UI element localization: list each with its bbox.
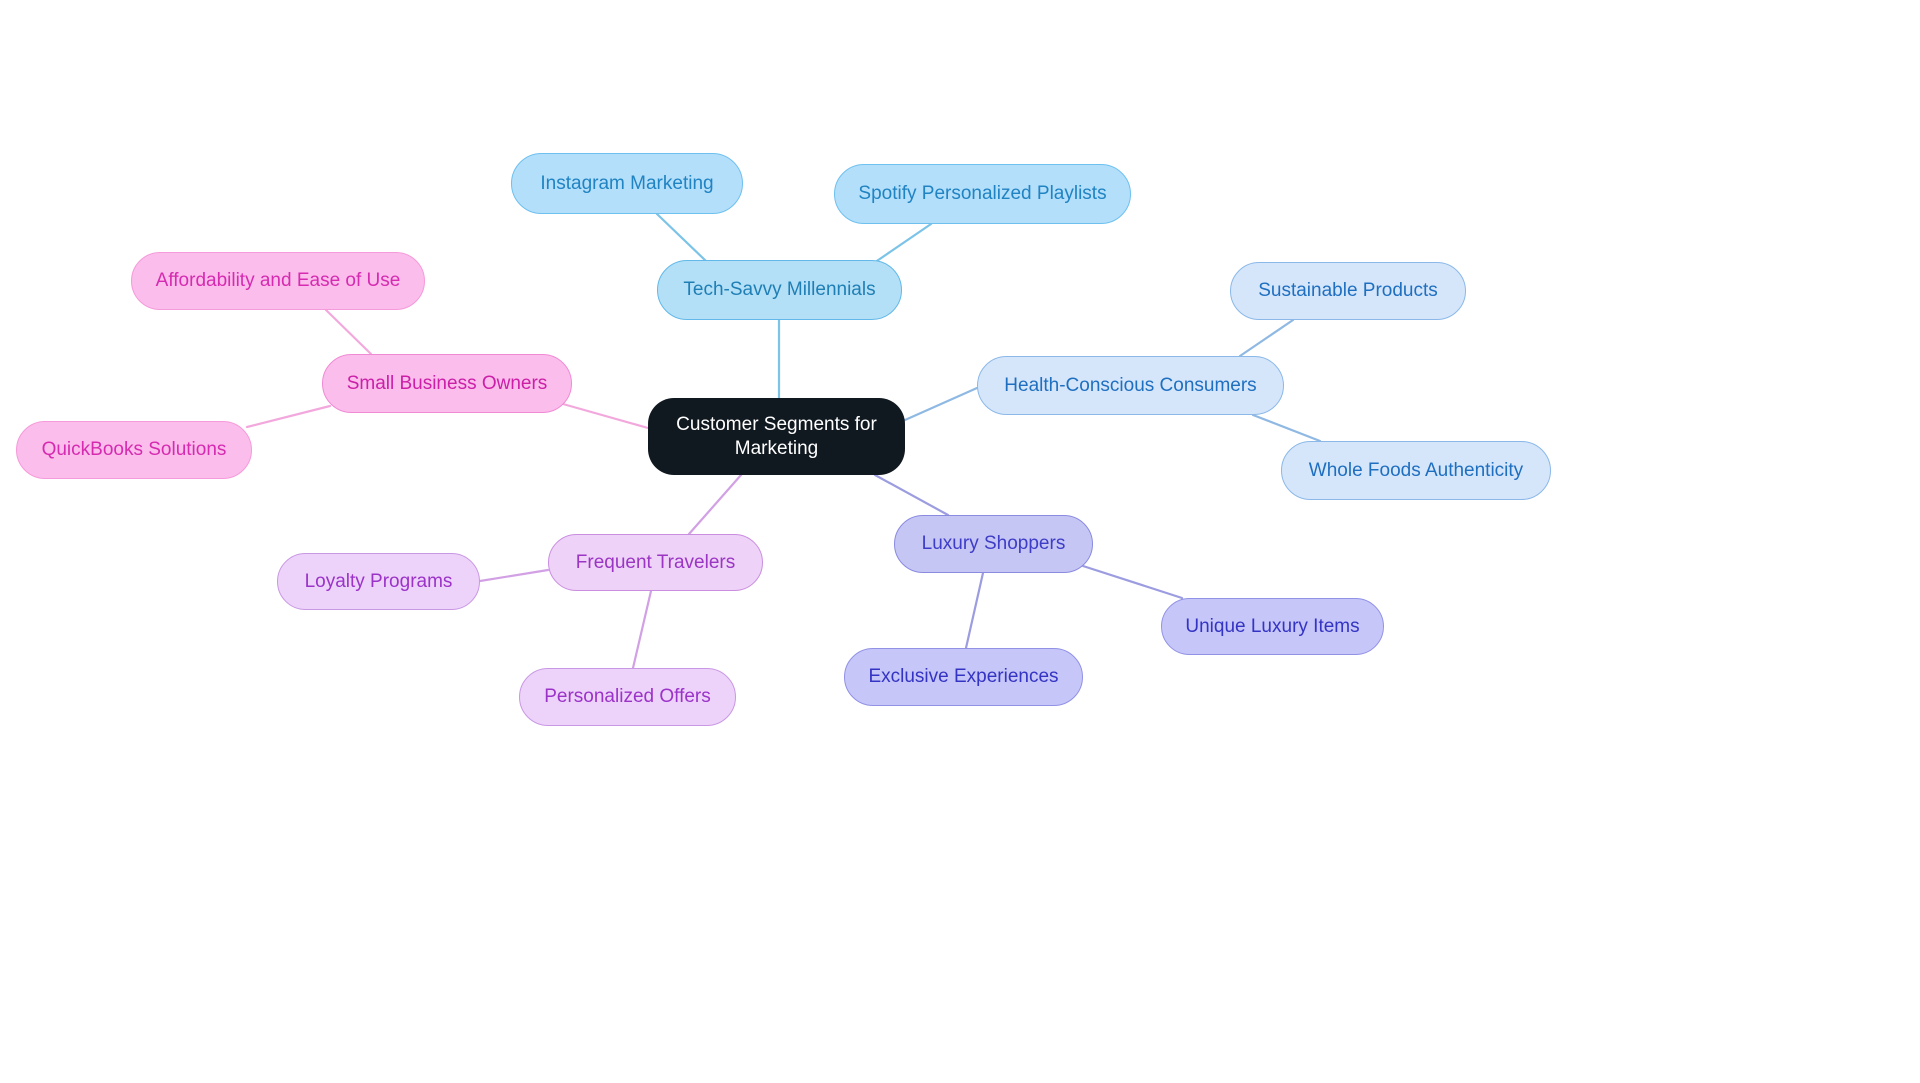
leaf-personalized-offers-label: Personalized Offers bbox=[544, 686, 711, 708]
edge-tech-savvy-millennials-to-instagram-marketing bbox=[655, 212, 709, 264]
branch-node-health-conscious-consumers[interactable]: Health-Conscious Consumers bbox=[977, 356, 1284, 415]
leaf-node-quickbooks-solutions[interactable]: QuickBooks Solutions bbox=[16, 421, 252, 479]
leaf-node-personalized-offers[interactable]: Personalized Offers bbox=[519, 668, 736, 726]
branch-node-small-business-owners[interactable]: Small Business Owners bbox=[322, 354, 572, 413]
branch-luxury-shoppers-label: Luxury Shoppers bbox=[921, 533, 1066, 555]
leaf-node-affordability-and-ease-of-use[interactable]: Affordability and Ease of Use bbox=[131, 252, 425, 310]
branch-frequent-travelers-label: Frequent Travelers bbox=[575, 551, 736, 573]
branch-node-luxury-shoppers[interactable]: Luxury Shoppers bbox=[894, 515, 1093, 573]
leaf-quickbooks-solutions-label: QuickBooks Solutions bbox=[41, 439, 227, 461]
edge-health-conscious-consumers-to-sustainable-products bbox=[1238, 318, 1295, 358]
leaf-whole-foods-authenticity-label: Whole Foods Authenticity bbox=[1308, 459, 1524, 481]
edge-frequent-travelers-to-loyalty-programs bbox=[478, 568, 550, 583]
root-label: Customer Segments for Marketing bbox=[676, 414, 877, 459]
edge-luxury-shoppers-to-exclusive-experiences bbox=[964, 571, 985, 650]
leaf-exclusive-experiences-label: Exclusive Experiences bbox=[868, 666, 1059, 688]
edge-root-to-luxury-shoppers bbox=[873, 473, 950, 517]
leaf-sustainable-products-label: Sustainable Products bbox=[1258, 280, 1438, 302]
edge-root-to-small-business-owners bbox=[561, 402, 650, 430]
edge-tech-savvy-millennials-to-spotify-personalized-playlists bbox=[869, 222, 933, 267]
edge-small-business-owners-to-affordability-and-ease-of-use bbox=[324, 308, 373, 356]
leaf-node-loyalty-programs[interactable]: Loyalty Programs bbox=[277, 553, 480, 610]
leaf-node-instagram-marketing[interactable]: Instagram Marketing bbox=[511, 153, 743, 214]
edge-luxury-shoppers-to-unique-luxury-items bbox=[1081, 564, 1184, 600]
edge-root-to-frequent-travelers bbox=[687, 473, 743, 536]
mindmap-canvas: Customer Segments for Marketing Tech-Savv… bbox=[0, 0, 1920, 1083]
leaf-affordability-and-ease-of-use-label: Affordability and Ease of Use bbox=[155, 270, 401, 292]
leaf-node-unique-luxury-items[interactable]: Unique Luxury Items bbox=[1161, 598, 1384, 655]
leaf-node-spotify-personalized-playlists[interactable]: Spotify Personalized Playlists bbox=[834, 164, 1131, 224]
branch-node-tech-savvy-millennials[interactable]: Tech-Savvy Millennials bbox=[657, 260, 902, 320]
edge-health-conscious-consumers-to-whole-foods-authenticity bbox=[1251, 413, 1322, 443]
root-node[interactable]: Customer Segments for Marketing bbox=[648, 398, 905, 475]
branch-node-frequent-travelers[interactable]: Frequent Travelers bbox=[548, 534, 763, 591]
leaf-instagram-marketing-label: Instagram Marketing bbox=[540, 172, 714, 194]
leaf-node-whole-foods-authenticity[interactable]: Whole Foods Authenticity bbox=[1281, 441, 1551, 500]
branch-small-business-owners-label: Small Business Owners bbox=[346, 372, 548, 394]
leaf-loyalty-programs-label: Loyalty Programs bbox=[304, 570, 453, 592]
leaf-node-sustainable-products[interactable]: Sustainable Products bbox=[1230, 262, 1466, 320]
branch-tech-savvy-millennials-label: Tech-Savvy Millennials bbox=[683, 279, 876, 301]
branch-health-conscious-consumers-label: Health-Conscious Consumers bbox=[1004, 374, 1257, 396]
leaf-node-exclusive-experiences[interactable]: Exclusive Experiences bbox=[844, 648, 1083, 706]
leaf-spotify-personalized-playlists-label: Spotify Personalized Playlists bbox=[858, 183, 1107, 205]
leaf-unique-luxury-items-label: Unique Luxury Items bbox=[1185, 615, 1360, 637]
edge-frequent-travelers-to-personalized-offers bbox=[631, 589, 653, 670]
edge-small-business-owners-to-quickbooks-solutions bbox=[245, 404, 332, 429]
edge-root-to-health-conscious-consumers bbox=[903, 386, 979, 422]
